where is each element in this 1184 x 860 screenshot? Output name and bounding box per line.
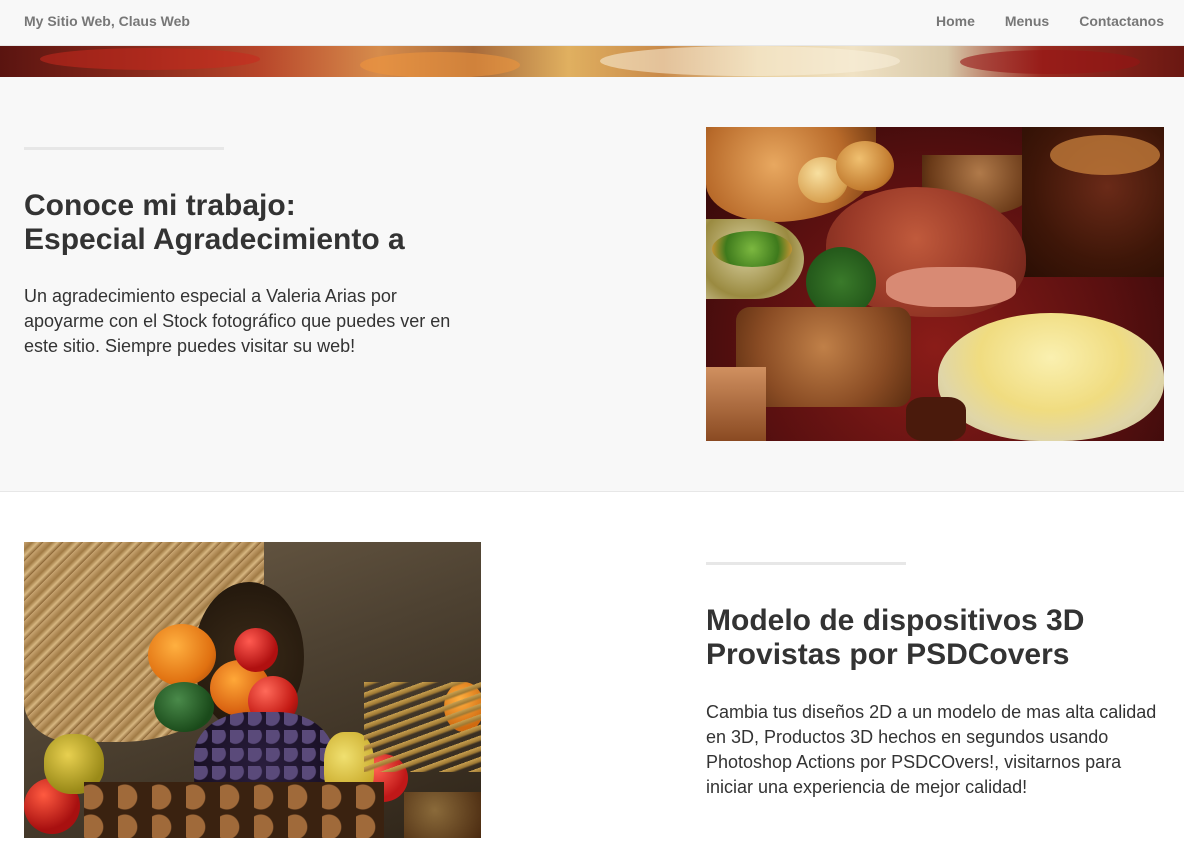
cornucopia-image: [24, 542, 481, 838]
section-heading-line: Conoce mi trabajo:: [24, 189, 296, 222]
content-section-1: Conoce mi trabajo: Especial Agradecimien…: [0, 77, 1184, 492]
header-banner-image: [0, 46, 1184, 77]
holiday-food-image: [706, 127, 1164, 441]
section-heading: Modelo de dispositivos 3D Provistas por …: [706, 604, 1176, 672]
nav-link-menus[interactable]: Menus: [1005, 13, 1049, 29]
navbar: My Sitio Web, Claus Web Home Menus Conta…: [0, 0, 1184, 46]
section-divider: [24, 147, 224, 150]
section-heading: Conoce mi trabajo: Especial Agradecimien…: [24, 189, 624, 257]
nav-menu: Home Menus Contactanos: [936, 13, 1164, 29]
section-heading-line: Modelo de dispositivos 3D: [706, 604, 1085, 637]
section-heading-line: Provistas por PSDCovers: [706, 638, 1070, 671]
nav-link-contact[interactable]: Contactanos: [1079, 13, 1164, 29]
section-text: Un agradecimiento especial a Valeria Ari…: [24, 286, 451, 356]
section-heading-line: Especial Agradecimiento a: [24, 223, 405, 256]
section-divider: [706, 562, 906, 565]
brand-link[interactable]: My Sitio Web, Claus Web: [24, 13, 190, 29]
content-section-2: Modelo de dispositivos 3D Provistas por …: [0, 492, 1184, 860]
section-text: Cambia tus diseños 2D a un modelo de mas…: [706, 702, 1157, 797]
nav-link-home[interactable]: Home: [936, 13, 975, 29]
